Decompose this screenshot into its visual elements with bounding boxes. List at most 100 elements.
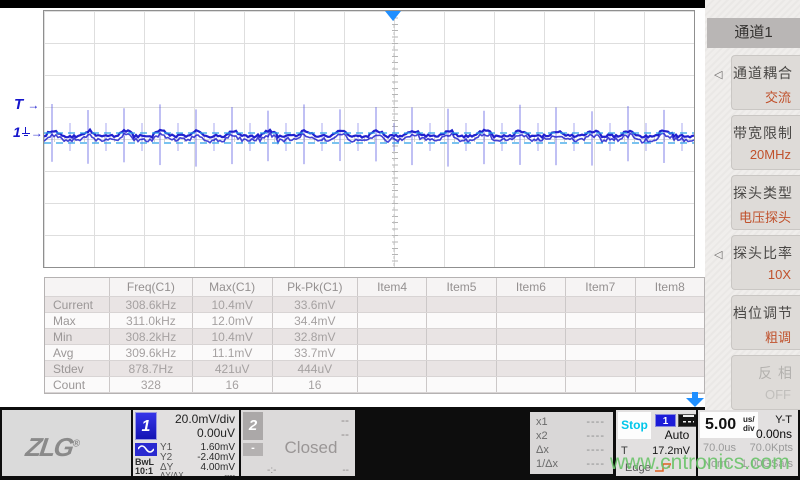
menu-item-label: 带宽限制 — [733, 123, 793, 143]
table-row: Count3281616 — [45, 377, 704, 393]
cursor-row: 1/Δx---- — [536, 458, 605, 470]
stat-value — [496, 377, 565, 393]
stat-value — [427, 377, 496, 393]
probe-ratio-flag: 10:1 — [135, 466, 153, 476]
stat-value — [635, 329, 704, 345]
stat-value — [357, 361, 426, 377]
stat-value: 32.8mV — [272, 329, 357, 345]
table-header: Item5 — [427, 278, 496, 297]
measurement-table: Freq(C1)Max(C1)Pk-Pk(C1)Item4Item5Item6I… — [44, 277, 705, 394]
menu-item-value: 20MHz — [750, 147, 791, 162]
stat-value — [427, 361, 496, 377]
stat-value: 309.6kHz — [110, 345, 193, 361]
trigger-delay: 0.00ns — [756, 427, 792, 441]
table-header: Pk-Pk(C1) — [272, 278, 357, 297]
zlg-logo: ZLG® — [24, 432, 82, 463]
menu-item-5[interactable]: 档位调节粗调 — [731, 295, 800, 350]
channel1-status-panel[interactable]: 1 BwL 10:1 20.0mV/div 0.00uV Y11.60mV Y2… — [133, 410, 239, 476]
menu-item-2[interactable]: 带宽限制 20MHz — [731, 115, 800, 170]
ac-coupling-icon — [135, 443, 157, 456]
stat-value — [635, 345, 704, 361]
stat-value: 12.0mV — [192, 313, 272, 329]
menu-title: 通道1 — [707, 18, 800, 48]
brand-panel: ZLG® — [2, 410, 131, 476]
stat-value — [566, 313, 635, 329]
stat-value — [357, 313, 426, 329]
channel2-status: Closed — [271, 438, 351, 458]
stat-value: 34.4mV — [272, 313, 357, 329]
menu-item-label: 反 相 — [758, 363, 793, 383]
stat-value — [635, 297, 704, 313]
stat-label: Stdev — [45, 361, 110, 377]
stat-value — [357, 297, 426, 313]
table-header: Item6 — [496, 278, 565, 297]
trigger-source-badge: 1 — [655, 414, 676, 427]
stat-value — [496, 297, 565, 313]
stat-value — [635, 377, 704, 393]
cursor-readout-panel: x1---- x2---- Δx---- 1/Δx---- — [530, 412, 613, 474]
stat-label: Avg — [45, 345, 110, 361]
channel1-badge: 1 — [135, 412, 157, 440]
stat-value — [427, 313, 496, 329]
menu-item-6: 反 相OFF — [731, 355, 800, 410]
stat-value — [566, 297, 635, 313]
stat-value: 10.4mV — [192, 329, 272, 345]
menu-item-label: 探头比率 — [733, 243, 793, 263]
table-scroll-down-icon[interactable] — [685, 392, 705, 407]
channel2-status-panel[interactable]: 2 - -- -- Closed -:--- — [241, 410, 355, 476]
stat-value — [427, 345, 496, 361]
stat-value: 10.4mV — [192, 297, 272, 313]
menu-item-label: 探头类型 — [733, 183, 793, 203]
table-header: Item4 — [357, 278, 426, 297]
submenu-arrow-icon[interactable]: ◁ — [714, 248, 722, 261]
channel2-badge: 2 — [243, 412, 263, 440]
menu-sidebar: 通道1 通道耦合交流 ◁ 带宽限制 20MHz 探头类型电压探头探头比率10X ◁ 档位调节… — [705, 0, 800, 410]
table-header — [45, 278, 110, 297]
stat-label: Count — [45, 377, 110, 393]
channel2-ratio-label: -:- — [267, 465, 276, 476]
cursor-row: Δx---- — [536, 444, 605, 456]
run-state-indicator[interactable]: Stop — [618, 412, 651, 439]
stat-value: 16 — [272, 377, 357, 393]
table-header: Item8 — [635, 278, 704, 297]
trigger-coupling-dc-icon — [678, 414, 696, 427]
stat-value: 16 — [192, 377, 272, 393]
stat-value — [566, 329, 635, 345]
stat-value — [635, 313, 704, 329]
stat-value — [357, 329, 426, 345]
table-header-row: Freq(C1)Max(C1)Pk-Pk(C1)Item4Item5Item6I… — [45, 278, 704, 297]
menu-item-value: 电压探头 — [739, 207, 791, 226]
oscilloscope-screen: T → 1→ Freq(C1)Max(C1)Pk-Pk(C1)Item4Item… — [0, 0, 800, 480]
table-header: Item7 — [566, 278, 635, 297]
menu-item-1[interactable]: 通道耦合交流 — [731, 55, 800, 110]
channel1-offset: 0.00uV — [159, 426, 235, 440]
channel2-ratio-value: -- — [342, 465, 349, 476]
menu-item-3[interactable]: 探头类型电压探头 — [731, 175, 800, 230]
stat-value — [357, 345, 426, 361]
menu-item-4[interactable]: 探头比率10X — [731, 235, 800, 290]
stat-value — [496, 329, 565, 345]
stat-value — [566, 377, 635, 393]
cursor-row: x2---- — [536, 430, 605, 442]
display-mode: Y-T — [775, 414, 792, 426]
table-row: Max311.0kHz12.0mV34.4mV — [45, 313, 704, 329]
channel1-ground-marker[interactable]: 1→ — [13, 124, 43, 140]
trigger-position-marker[interactable] — [385, 11, 401, 21]
channel-arrow-icon: → — [31, 126, 43, 140]
menu-item-value: 交流 — [765, 87, 791, 106]
waveform-graticule — [43, 10, 695, 268]
stat-label: Max — [45, 313, 110, 329]
stat-value: 421uV — [192, 361, 272, 377]
stat-value — [496, 313, 565, 329]
menu-item-label: 通道耦合 — [733, 63, 793, 83]
stat-value — [635, 361, 704, 377]
menu-item-label: 档位调节 — [733, 303, 793, 323]
trigger-level-marker[interactable]: T → — [14, 96, 39, 113]
cursor-row: x1---- — [536, 416, 605, 428]
stat-value — [496, 345, 565, 361]
stat-value — [427, 297, 496, 313]
submenu-arrow-icon[interactable]: ◁ — [714, 68, 722, 81]
trigger-level-label: T — [14, 96, 23, 113]
timebase-scale-box: 5.00 us/div — [700, 412, 758, 438]
watermark: www.cntronics.com — [610, 451, 790, 475]
